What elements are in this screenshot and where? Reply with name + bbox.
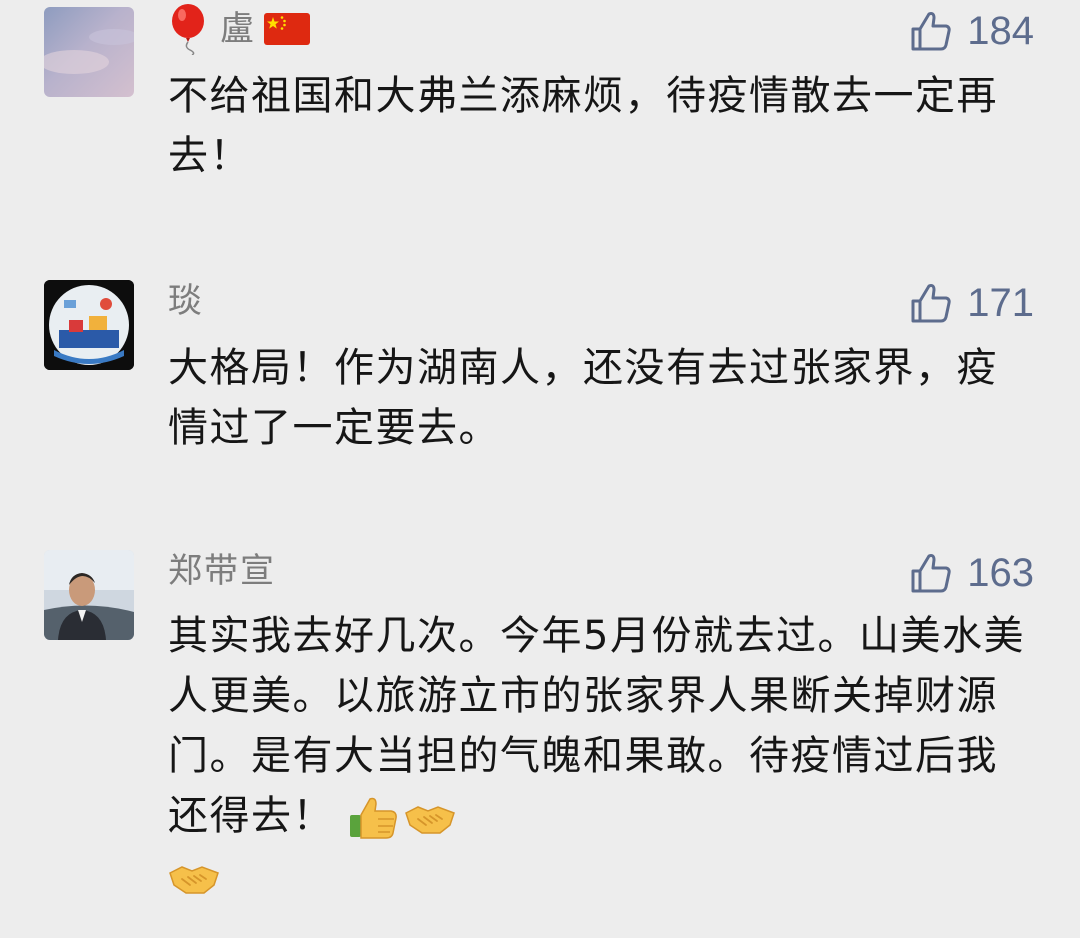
commenter-name[interactable]: 盧: [220, 6, 256, 52]
comment-3: 郑带宣 163 其实我去好几次。今年5月份就去过。山美水美人更美。以旅游立市的张…: [0, 540, 1080, 938]
thumbs-up-outline-icon: [911, 284, 951, 323]
commenter-name[interactable]: 郑带宣: [168, 548, 276, 594]
handshake-emoji: [405, 806, 456, 834]
avatar[interactable]: [44, 550, 134, 640]
thumbs-up-emoji: [350, 797, 398, 839]
avatar-illustration-image: [44, 280, 134, 370]
like-count: 171: [967, 280, 1034, 325]
name-row: 琰: [168, 278, 204, 324]
like-count: 163: [967, 550, 1034, 595]
name-row: 郑带宣: [168, 548, 276, 594]
china-flag-emoji: [264, 13, 310, 45]
name-row: 盧: [168, 4, 310, 55]
like-button[interactable]: 163: [909, 548, 1034, 598]
thumbs-up-outline-icon: [911, 554, 951, 593]
commenter-name[interactable]: 琰: [168, 278, 204, 324]
like-button[interactable]: 171: [909, 278, 1034, 328]
comment-2: 琰 171 大格局！作为湖南人，还没有去过张家界，疫情过了一定要去。: [0, 270, 1080, 530]
red-balloon-emoji: [172, 4, 204, 55]
thumbs-up-outline-icon: [911, 12, 951, 51]
like-button[interactable]: 184: [909, 6, 1034, 56]
comment-text-block: 其实我去好几次。今年5月份就去过。山美水美人更美。以旅游立市的张家界人果断关掉财…: [168, 606, 1028, 906]
handshake-emoji: [169, 866, 219, 894]
comment-text: 其实我去好几次。今年5月份就去过。山美水美人更美。以旅游立市的张家界人果断关掉财…: [168, 613, 1025, 839]
avatar-portrait-image: [44, 550, 134, 640]
like-count: 184: [967, 8, 1034, 53]
avatar[interactable]: [44, 7, 134, 97]
comment-1: 盧 184 不给祖国和大弗兰添麻烦，待疫情散去一定再去！: [0, 0, 1080, 240]
comment-text: 大格局！作为湖南人，还没有去过张家界，疫情过了一定要去。: [168, 345, 998, 451]
avatar-sky-image: [44, 7, 134, 97]
comment-text: 不给祖国和大弗兰添麻烦，待疫情散去一定再去！: [168, 73, 998, 179]
avatar[interactable]: [44, 280, 134, 370]
